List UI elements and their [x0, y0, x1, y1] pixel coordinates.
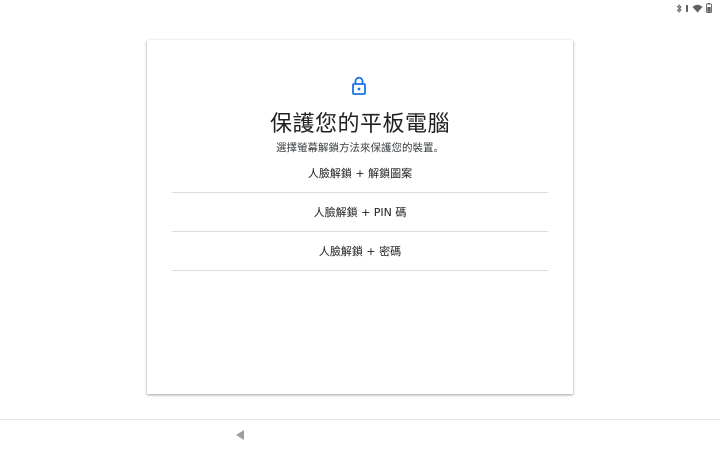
navigation-bar — [0, 420, 720, 450]
back-triangle-icon — [235, 426, 245, 445]
divider — [172, 270, 548, 271]
option-face-password[interactable]: 人臉解鎖 + 密碼 — [172, 232, 548, 270]
option-face-pattern[interactable]: 人臉解鎖 + 解鎖圖案 — [172, 154, 548, 192]
lock-icon — [351, 76, 367, 96]
battery-icon — [706, 3, 712, 13]
page-subtitle: 選擇螢幕解鎖方法來保護您的裝置。 — [276, 142, 444, 154]
back-button[interactable] — [232, 428, 248, 442]
unlock-option-list: 人臉解鎖 + 解鎖圖案 人臉解鎖 + PIN 碼 人臉解鎖 + 密碼 — [172, 154, 548, 271]
option-face-pin[interactable]: 人臉解鎖 + PIN 碼 — [172, 193, 548, 231]
vibrate-icon — [685, 4, 689, 13]
page-title: 保護您的平板電腦 — [269, 112, 450, 137]
option-label: 人臉解鎖 + 解鎖圖案 — [307, 167, 413, 180]
lock-setup-card: 保護您的平板電腦 選擇螢幕解鎖方法來保護您的裝置。 人臉解鎖 + 解鎖圖案 人臉… — [147, 40, 573, 394]
status-bar — [620, 0, 720, 16]
option-label: 人臉解鎖 + 密碼 — [318, 245, 402, 258]
option-label: 人臉解鎖 + PIN 碼 — [313, 206, 407, 219]
wifi-icon — [692, 4, 703, 13]
bluetooth-icon — [676, 3, 682, 13]
screen: 保護您的平板電腦 選擇螢幕解鎖方法來保護您的裝置。 人臉解鎖 + 解鎖圖案 人臉… — [0, 0, 720, 450]
